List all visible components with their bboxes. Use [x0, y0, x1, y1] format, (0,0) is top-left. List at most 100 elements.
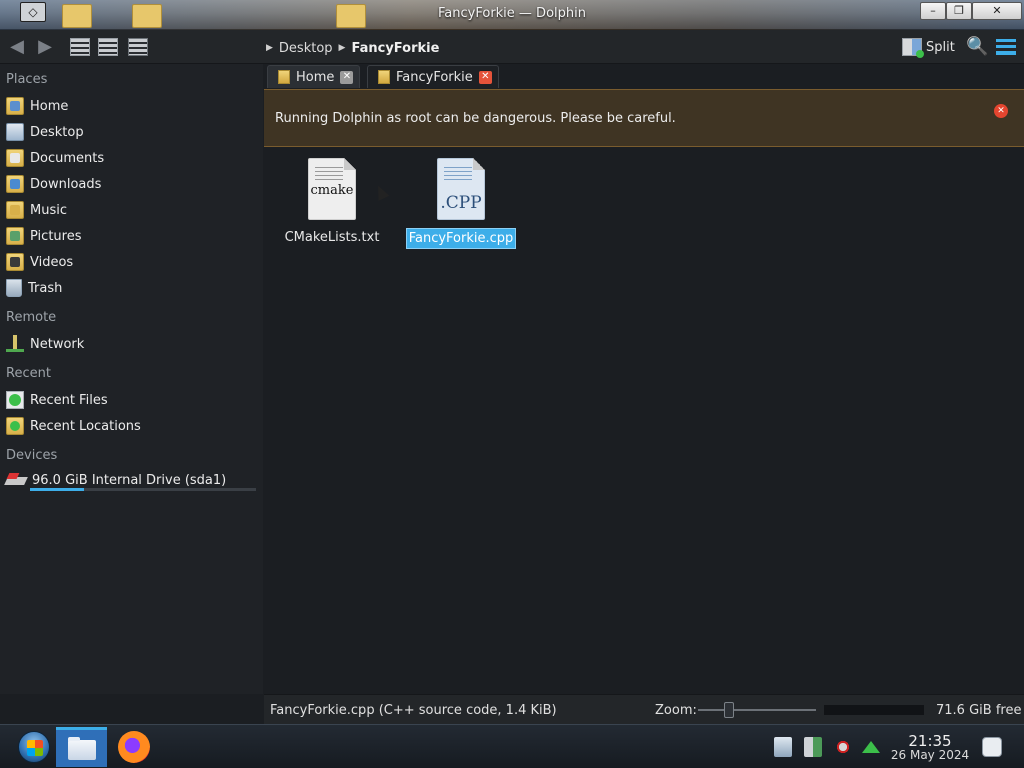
sidebar-item-label: Documents	[30, 150, 105, 166]
tab-label: Home	[296, 69, 335, 85]
sidebar-item-label: Network	[30, 336, 85, 352]
sidebar-item-label: Music	[30, 202, 67, 218]
zoom-slider-handle[interactable]	[724, 702, 734, 718]
sidebar-item-downloads[interactable]: Downloads	[6, 173, 101, 195]
status-bar: FancyForkie.cpp (C++ source code, 1.4 Ki…	[264, 694, 1024, 724]
sidebar-item-label: Home	[30, 98, 69, 114]
music-folder-icon	[6, 201, 24, 219]
sidebar-item-videos[interactable]: Videos	[6, 251, 73, 273]
start-logo-icon	[27, 740, 43, 756]
taskbar-firefox[interactable]	[118, 731, 150, 763]
places-panel: Places Home Desktop Documents Downloads …	[0, 64, 263, 694]
show-desktop-icon[interactable]	[982, 737, 1002, 757]
split-label: Split	[926, 39, 955, 55]
details-view-icon[interactable]	[128, 38, 148, 56]
folder-icon	[278, 70, 290, 84]
sidebar-item-label: Recent Locations	[30, 418, 141, 434]
search-icon[interactable]: 🔍	[966, 36, 988, 58]
breadcrumb-arrow-icon: ▶	[338, 43, 346, 53]
recent-section-title: Recent	[6, 366, 51, 381]
compact-view-icon[interactable]	[98, 38, 118, 56]
drive-icon	[6, 473, 26, 487]
forward-icon[interactable]: ▶	[34, 36, 56, 58]
taskbar-dolphin[interactable]	[56, 727, 107, 767]
sidebar-item-recent-locations[interactable]: Recent Locations	[6, 415, 141, 437]
file-manager-icon	[68, 737, 96, 760]
title-bar[interactable]: ◇ FancyForkie — Dolphin – ❐ ✕	[0, 0, 1024, 30]
close-button[interactable]: ✕	[972, 2, 1022, 20]
toolbar: ◀ ▶ ▶ Desktop ▶ FancyForkie Split 🔍	[0, 30, 1024, 64]
videos-folder-icon	[6, 253, 24, 271]
sidebar-item-recent-files[interactable]: Recent Files	[6, 389, 108, 411]
breadcrumb-arrow-icon: ▶	[266, 43, 273, 53]
device-notifier-icon[interactable]	[804, 737, 822, 757]
file-item-fancyforkie-cpp[interactable]: .CPP FancyForkie.cpp	[401, 158, 521, 249]
text-file-icon: cmake	[308, 158, 356, 220]
tab-home[interactable]: Home ✕	[267, 65, 361, 88]
breadcrumb-desktop[interactable]: Desktop	[279, 41, 333, 56]
sidebar-item-trash[interactable]: Trash	[6, 277, 62, 299]
trash-icon	[6, 279, 22, 297]
remote-section-title: Remote	[6, 310, 57, 325]
clipboard-icon[interactable]	[774, 737, 792, 757]
hamburger-menu-icon[interactable]	[996, 39, 1016, 55]
root-warning-banner: Running Dolphin as root can be dangerous…	[264, 89, 1024, 147]
home-folder-icon	[6, 97, 24, 115]
icons-view-icon[interactable]	[70, 38, 90, 56]
sidebar-item-pictures[interactable]: Pictures	[6, 225, 81, 247]
sidebar-item-label: 96.0 GiB Internal Drive (sda1)	[32, 472, 227, 488]
maximize-button[interactable]: ❐	[946, 2, 972, 20]
tab-bar: Home ✕ FancyForkie ✕	[263, 64, 1024, 88]
tab-fancyforkie[interactable]: FancyForkie ✕	[367, 65, 499, 88]
start-menu-button[interactable]	[18, 731, 50, 763]
file-icon-text: cmake	[310, 183, 354, 198]
breadcrumb-current[interactable]: FancyForkie	[351, 41, 439, 56]
drive-usage-fill	[30, 488, 85, 491]
sidebar-item-label: Videos	[30, 254, 74, 270]
cpp-file-icon: .CPP	[437, 158, 485, 220]
documents-folder-icon	[6, 149, 24, 167]
close-banner-icon[interactable]: ✕	[994, 104, 1008, 118]
network-disconnected-icon[interactable]	[834, 737, 852, 757]
sidebar-item-label: Desktop	[30, 124, 84, 140]
drive-usage-bar	[30, 488, 256, 491]
pictures-folder-icon	[6, 227, 24, 245]
selection-info: FancyForkie.cpp (C++ source code, 1.4 Ki…	[270, 703, 557, 718]
sidebar-item-music[interactable]: Music	[6, 199, 67, 221]
sidebar-item-network[interactable]: Network	[6, 333, 84, 355]
sidebar-item-home[interactable]: Home	[6, 95, 68, 117]
zoom-label: Zoom:	[655, 703, 697, 718]
places-section-title: Places	[6, 72, 48, 87]
file-icon-text: .CPP	[440, 193, 482, 213]
close-tab-icon[interactable]: ✕	[340, 70, 354, 84]
split-view-icon	[902, 38, 924, 58]
sidebar-item-label: Downloads	[30, 176, 102, 192]
split-button[interactable]: Split	[902, 36, 955, 58]
recent-files-icon	[6, 391, 24, 409]
taskbar: 21:35 26 May 2024	[0, 724, 1024, 768]
folder-icon	[378, 70, 390, 84]
file-view[interactable]: cmake CMakeLists.txt .CPP FancyForkie.cp…	[264, 148, 1024, 692]
free-space-bar	[824, 705, 924, 715]
updates-icon[interactable]	[862, 741, 880, 753]
sidebar-item-desktop[interactable]: Desktop	[6, 121, 84, 143]
recent-locations-icon	[6, 417, 24, 435]
warning-message: Running Dolphin as root can be dangerous…	[275, 111, 676, 126]
free-space-text: 71.6 GiB free	[936, 703, 1022, 718]
tab-label: FancyForkie	[396, 69, 473, 85]
back-icon[interactable]: ◀	[6, 36, 28, 58]
sidebar-item-label: Recent Files	[30, 392, 108, 408]
file-name: FancyForkie.cpp	[405, 228, 517, 249]
breadcrumb: ▶ Desktop ▶ FancyForkie	[266, 39, 439, 57]
zoom-slider[interactable]	[698, 709, 816, 711]
desktop-icon	[6, 123, 24, 141]
sidebar-item-documents[interactable]: Documents	[6, 147, 104, 169]
file-name: CMakeLists.txt	[284, 230, 380, 245]
minimize-button[interactable]: –	[920, 2, 946, 20]
file-item-cmakelists[interactable]: cmake CMakeLists.txt	[272, 158, 392, 247]
close-tab-icon[interactable]: ✕	[478, 70, 492, 84]
devices-section-title: Devices	[6, 448, 58, 463]
clock-date[interactable]: 26 May 2024	[884, 748, 976, 762]
network-icon	[6, 335, 24, 353]
sidebar-item-label: Pictures	[30, 228, 82, 244]
